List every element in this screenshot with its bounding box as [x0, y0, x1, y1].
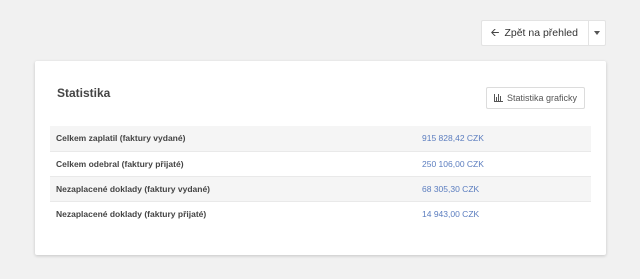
back-button-group: 🡨 Zpět na přehled [480, 20, 606, 46]
table-row: Celkem odebral (faktury přijaté) 250 106… [50, 151, 591, 176]
row-value: 915 828,42 CZK [422, 133, 484, 144]
back-dropdown-toggle[interactable] [588, 20, 606, 46]
table-row: Nezaplacené doklady (faktury přijaté) 14… [50, 201, 591, 226]
statistics-card: Statistika Statistika graficky Celkem za… [35, 61, 606, 255]
row-value: 14 943,00 CZK [422, 208, 480, 219]
top-toolbar: 🡨 Zpět na přehled [0, 0, 640, 60]
arrow-left-icon: 🡨 [490, 26, 500, 39]
row-label: Celkem zaplatil (faktury vydané) [56, 133, 186, 144]
table-row: Nezaplacené doklady (faktury vydané) 68 … [50, 176, 591, 201]
card-title: Statistika [57, 86, 111, 100]
row-value: 250 106,00 CZK [422, 158, 484, 169]
row-label: Nezaplacené doklady (faktury vydané) [56, 183, 211, 194]
statistics-table: Celkem zaplatil (faktury vydané) 915 828… [50, 126, 591, 226]
chevron-down-icon [594, 31, 600, 35]
row-value: 68 305,30 CZK [422, 183, 480, 194]
row-label: Nezaplacené doklady (faktury přijaté) [56, 208, 207, 219]
back-to-overview-button[interactable]: 🡨 Zpět na přehled [480, 20, 588, 46]
table-row: Celkem zaplatil (faktury vydané) 915 828… [50, 126, 591, 151]
statistics-graph-label: Statistika graficky [506, 93, 577, 103]
statistics-graph-button[interactable]: Statistika graficky [485, 87, 585, 109]
row-label: Celkem odebral (faktury přijaté) [56, 158, 184, 169]
back-button-label: Zpět na přehled [504, 27, 578, 39]
bar-chart-icon [493, 94, 503, 102]
